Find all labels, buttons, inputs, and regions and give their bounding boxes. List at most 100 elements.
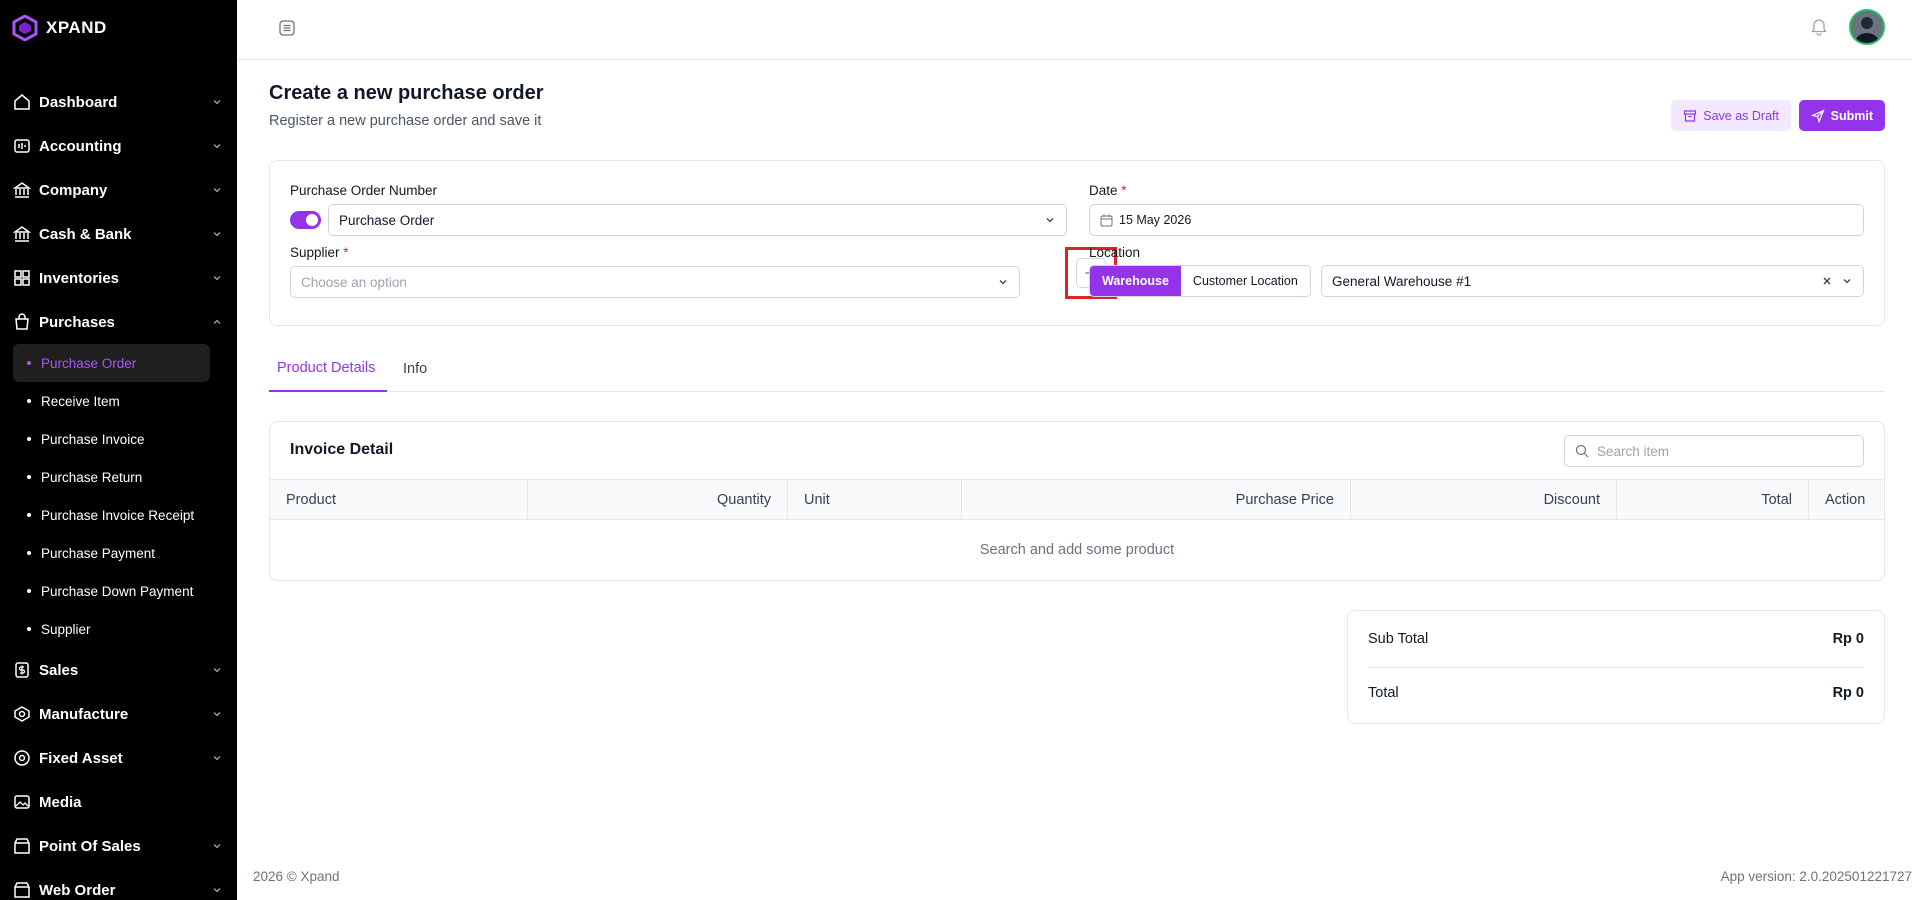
chevron-down-icon — [213, 756, 221, 761]
bank-icon — [13, 225, 31, 243]
menu-toggle-icon[interactable] — [278, 19, 296, 37]
column-total: Total — [1617, 480, 1809, 519]
sidebar-item-web-order[interactable]: Web Order — [0, 868, 237, 900]
chevron-down-icon — [213, 100, 221, 105]
chevron-up-icon — [213, 319, 221, 324]
sidebar-item-manufacture[interactable]: Manufacture — [0, 692, 237, 736]
search-item-input[interactable] — [1597, 443, 1853, 459]
save-draft-button[interactable]: Save as Draft — [1671, 100, 1791, 131]
chevron-down-icon — [213, 276, 221, 281]
chevron-down-icon — [1843, 279, 1851, 284]
date-value: 15 May 2026 — [1119, 213, 1192, 227]
sidebar-subitem-purchase-return[interactable]: Purchase Return — [13, 458, 210, 496]
invoice-detail-card: Invoice Detail Product Quantity Unit Pur… — [269, 421, 1885, 581]
date-label-text: Date — [1089, 183, 1118, 198]
bullet — [27, 437, 31, 441]
supplier-placeholder: Choose an option — [301, 274, 407, 290]
tab-info[interactable]: Info — [395, 346, 435, 392]
chevron-down-icon — [213, 888, 221, 893]
sidebar-item-label: Manufacture — [39, 705, 129, 723]
save-draft-label: Save as Draft — [1703, 108, 1779, 123]
store-icon — [13, 837, 31, 855]
bullet — [27, 551, 31, 555]
submit-button[interactable]: Submit — [1798, 100, 1885, 131]
warehouse-select[interactable]: General Warehouse #1 — [1321, 265, 1864, 297]
sidebar-subitem-label: Purchase Return — [41, 469, 143, 485]
sidebar-subitem-purchase-invoice-receipt[interactable]: Purchase Invoice Receipt — [13, 496, 210, 534]
total-label: Total — [1368, 685, 1399, 701]
sidebar-item-purchases[interactable]: Purchases — [0, 300, 237, 344]
sidebar-item-inventories[interactable]: Inventories — [0, 256, 237, 300]
archive-icon — [1684, 109, 1697, 122]
purchase-order-form: Purchase Order Number Purchase Order Sup… — [269, 160, 1885, 326]
po-number-select[interactable]: Purchase Order — [328, 204, 1067, 236]
sidebar-subitem-receive-item[interactable]: Receive Item — [13, 382, 210, 420]
sidebar-item-sales[interactable]: Sales — [0, 648, 237, 692]
bullet — [27, 627, 31, 631]
tabs: Product Details Info — [269, 346, 1885, 392]
subtotal-row: Sub Total Rp 0 — [1368, 631, 1864, 647]
sidebar-item-dashboard[interactable]: Dashboard — [0, 80, 237, 124]
sidebar-subitem-label: Purchase Payment — [41, 545, 156, 561]
subtotal-label: Sub Total — [1368, 631, 1429, 647]
chevron-down-icon — [213, 668, 221, 673]
bullet — [27, 589, 31, 593]
sidebar-item-point-of-sales[interactable]: Point Of Sales — [0, 824, 237, 868]
sidebar-item-media[interactable]: Media — [0, 780, 237, 824]
brand-name: XPAND — [46, 18, 107, 37]
submit-label: Submit — [1830, 108, 1873, 123]
home-icon — [13, 93, 31, 111]
sidebar-item-label: Dashboard — [39, 93, 118, 111]
bell-icon[interactable] — [1810, 18, 1828, 36]
supplier-label: Supplier * — [290, 245, 349, 260]
total-row: Total Rp 0 — [1368, 685, 1864, 701]
dollar-icon — [13, 661, 31, 679]
sidebar-subitem-purchase-down-payment[interactable]: Purchase Down Payment — [13, 572, 210, 610]
po-number-value: Purchase Order — [339, 212, 435, 228]
sidebar-subitem-purchase-order[interactable]: Purchase Order — [13, 344, 210, 382]
page-subtitle: Register a new purchase order and save i… — [269, 113, 542, 129]
tab-product-details[interactable]: Product Details — [269, 346, 387, 392]
main-content: Create a new purchase order Register a n… — [237, 60, 1912, 900]
purchases-submenu: Purchase Order Receive Item Purchase Inv… — [0, 344, 237, 648]
totals-card: Sub Total Rp 0 Total Rp 0 — [1347, 610, 1885, 724]
image-icon — [13, 793, 31, 811]
sidebar-subitem-label: Purchase Order — [41, 355, 137, 371]
column-purchase-price: Purchase Price — [962, 480, 1351, 519]
search-icon — [1575, 444, 1589, 458]
clear-icon[interactable] — [1821, 275, 1833, 287]
location-warehouse-option[interactable]: Warehouse — [1090, 266, 1181, 296]
supplier-select[interactable]: Choose an option — [290, 266, 1020, 298]
chevron-down-icon — [213, 232, 221, 237]
sidebar-subitem-supplier[interactable]: Supplier — [13, 610, 210, 648]
footer-version: App version: 2.0.202501221727 — [1720, 869, 1912, 884]
sidebar-item-cash-bank[interactable]: Cash & Bank — [0, 212, 237, 256]
column-unit: Unit — [788, 480, 962, 519]
empty-table-message: Search and add some product — [979, 542, 1175, 558]
po-number-toggle[interactable] — [290, 211, 321, 229]
sidebar-item-accounting[interactable]: Accounting — [0, 124, 237, 168]
sidebar-item-label: Point Of Sales — [39, 837, 141, 855]
brand[interactable]: XPAND — [12, 14, 107, 42]
sidebar-item-label: Company — [39, 181, 108, 199]
bank-icon — [13, 181, 31, 199]
avatar[interactable] — [1849, 9, 1885, 45]
column-action: Action — [1825, 491, 1866, 508]
sidebar-subitem-label: Receive Item — [41, 393, 120, 409]
date-input[interactable]: 15 May 2026 — [1089, 204, 1864, 236]
sidebar-subitem-purchase-invoice[interactable]: Purchase Invoice — [13, 420, 210, 458]
subtotal-value: Rp 0 — [1832, 631, 1864, 647]
table-header: Product Quantity Unit Purchase Price Dis… — [270, 479, 1884, 520]
sidebar-item-company[interactable]: Company — [0, 168, 237, 212]
factory-icon — [13, 705, 31, 723]
supplier-label-text: Supplier — [290, 245, 340, 260]
sidebar-item-fixed-asset[interactable]: Fixed Asset — [0, 736, 237, 780]
sidebar-subitem-label: Purchase Invoice Receipt — [41, 507, 195, 523]
sidebar-subitem-label: Supplier — [41, 621, 91, 637]
location-customer-option[interactable]: Customer Location — [1180, 266, 1310, 296]
bullet — [27, 475, 31, 479]
chevron-down-icon — [213, 844, 221, 849]
sidebar-item-label: Fixed Asset — [39, 749, 123, 767]
location-label: Location — [1089, 245, 1141, 260]
sidebar-subitem-purchase-payment[interactable]: Purchase Payment — [13, 534, 210, 572]
